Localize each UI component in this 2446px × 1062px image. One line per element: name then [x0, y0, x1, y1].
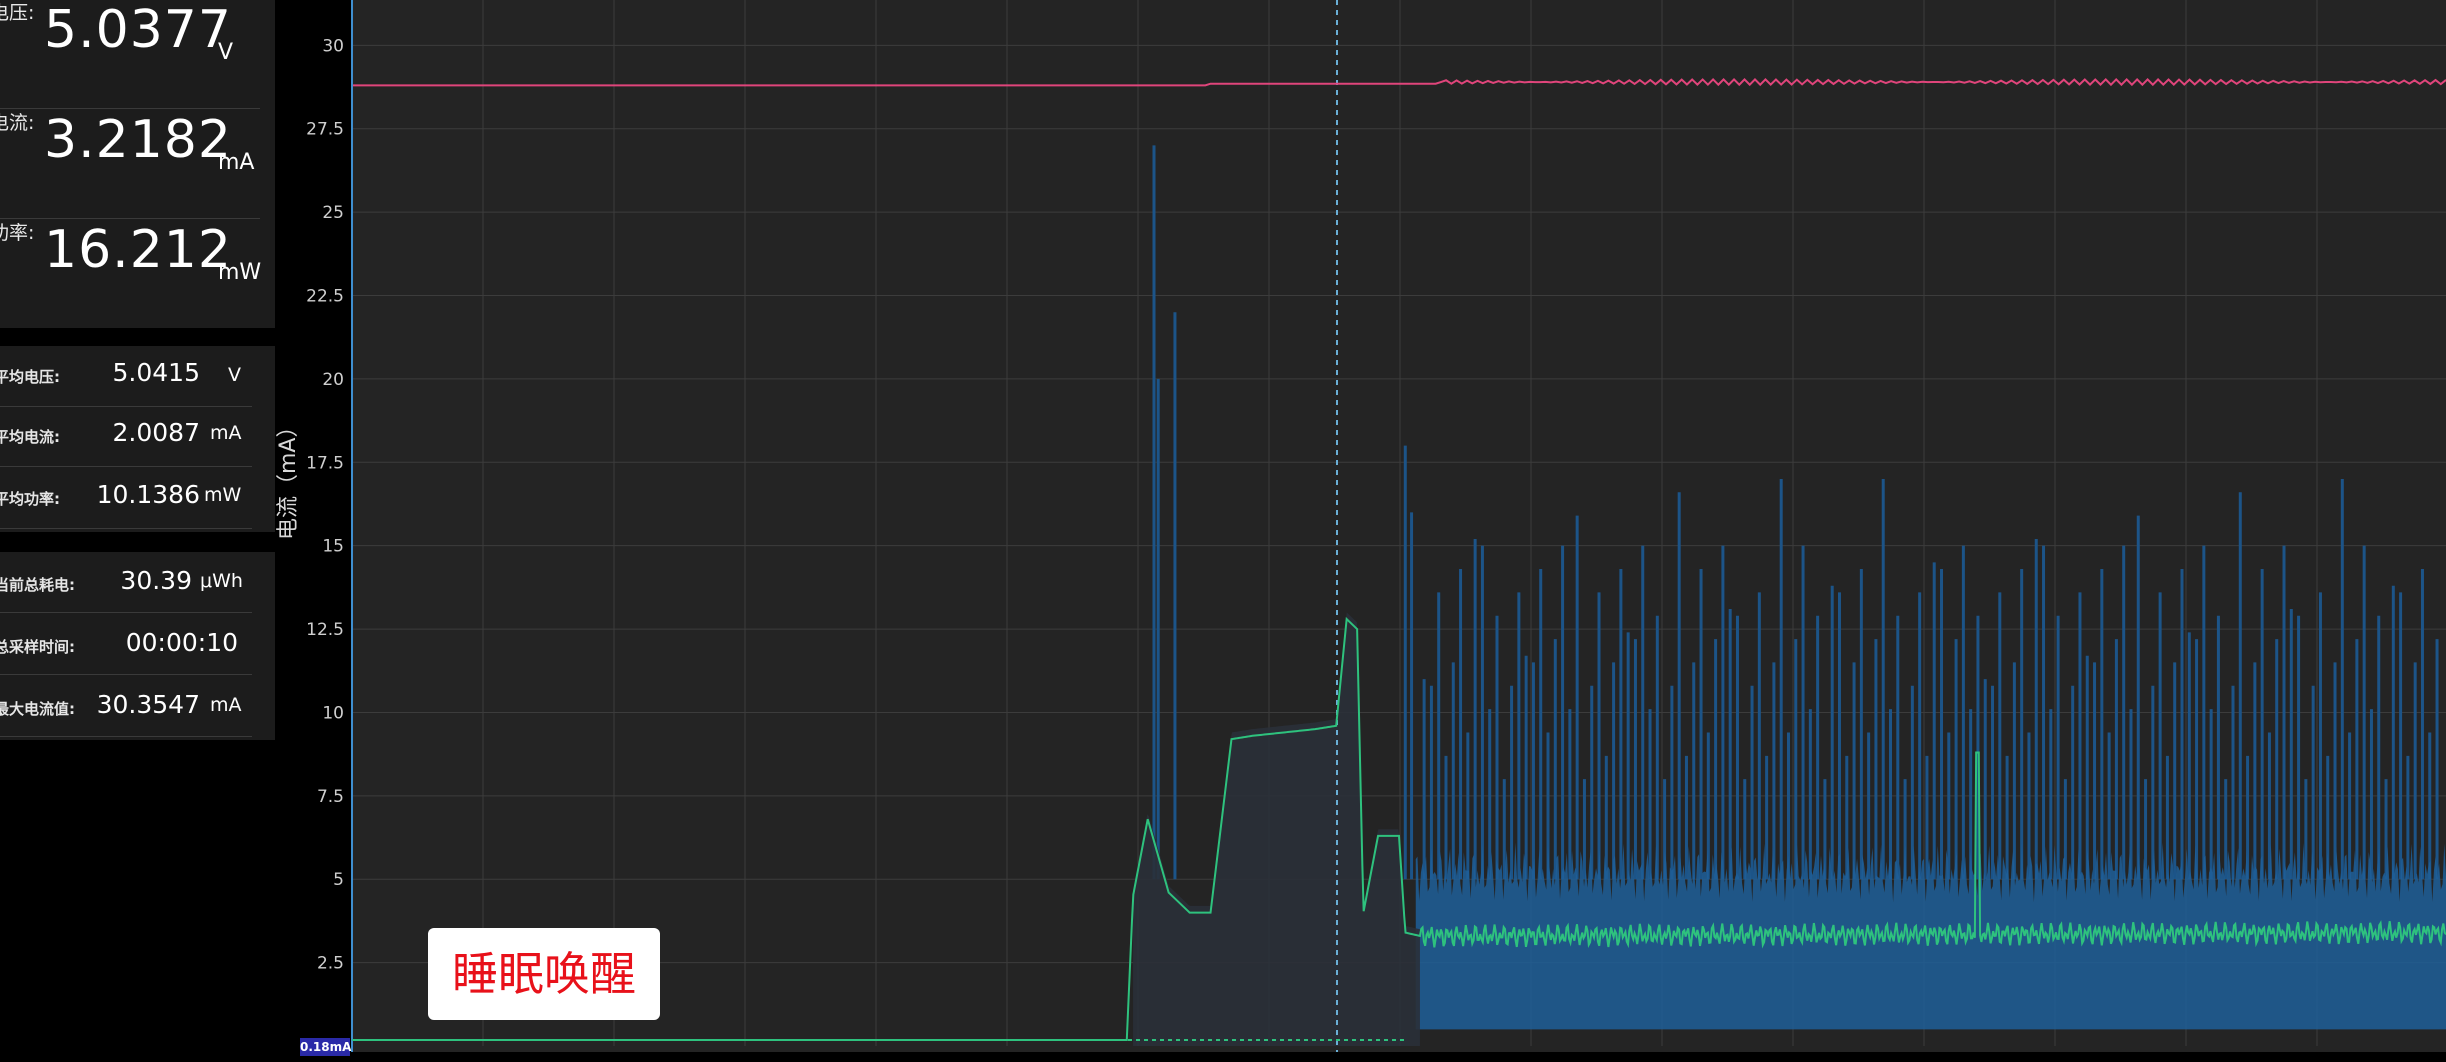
y-tick-label: 7.5 — [317, 787, 344, 807]
total-energy-row: 当前总耗电: 30.39 μWh — [0, 552, 252, 613]
total-energy-value: 30.39 — [120, 566, 192, 595]
current-chart[interactable]: 2.5 5 7.5 10 12.5 15 17.5 20 22.5 25 27.5 30 — [276, 0, 2446, 1058]
avg-voltage-row: 平均电压: 5.0415 V — [0, 346, 252, 407]
max-current-value: 30.3547 — [96, 690, 200, 719]
y-tick-label: 2.5 — [317, 954, 344, 974]
sample-time-row: 总采样时间: 00:00:10 — [0, 612, 252, 675]
max-current-row: 最大电流值: 30.3547 mA — [0, 674, 252, 737]
avg-current-value: 2.0087 — [112, 418, 200, 447]
power-unit: mW — [218, 260, 262, 285]
avg-current-unit: mA — [210, 422, 242, 444]
annotation-text: 睡眠唤醒 — [452, 947, 636, 1001]
power-label: 功率: — [0, 222, 35, 244]
stats-panel: 电压: 5.0377 V 电流: 3.2182 mA 功率: 16.212 mW… — [0, 0, 276, 1058]
avg-power-value: 10.1386 — [96, 480, 200, 509]
chart-canvas[interactable]: 2.5 5 7.5 10 12.5 15 17.5 20 22.5 25 27.5 30 — [276, 0, 2446, 1058]
current-value: 3.2182 — [44, 110, 232, 170]
totals-card: 当前总耗电: 30.39 μWh 总采样时间: 00:00:10 最大电流值: … — [0, 552, 275, 740]
baseline-marker-label: 0.18mA — [300, 1038, 352, 1056]
avg-voltage-label: 平均电压: — [0, 368, 60, 386]
y-tick-label: 17.5 — [306, 453, 344, 473]
y-tick-label: 30 — [322, 36, 344, 56]
max-current-label: 最大电流值: — [0, 700, 75, 718]
y-tick-label: 15 — [322, 537, 344, 557]
y-tick-label: 27.5 — [306, 120, 344, 140]
avg-current-row: 平均电流: 2.0087 mA — [0, 406, 252, 467]
y-tick-label: 10 — [322, 703, 344, 723]
avg-voltage-unit: V — [228, 364, 241, 386]
avg-current-label: 平均电流: — [0, 428, 60, 446]
live-measurements-card: 电压: 5.0377 V 电流: 3.2182 mA 功率: 16.212 mW — [0, 0, 275, 328]
sample-time-label: 总采样时间: — [0, 638, 75, 656]
current-unit: mA — [218, 150, 255, 175]
voltage-label: 电压: — [0, 2, 35, 24]
voltage-row: 电压: 5.0377 V — [0, 0, 260, 109]
power-value: 16.212 — [44, 220, 232, 280]
y-tick-label: 20 — [322, 370, 344, 390]
current-row: 电流: 3.2182 mA — [0, 108, 260, 219]
sample-time-value: 00:00:10 — [125, 628, 238, 657]
annotation-box: 睡眠唤醒 — [428, 928, 660, 1020]
averages-card: 平均电压: 5.0415 V 平均电流: 2.0087 mA 平均功率: 10.… — [0, 346, 275, 532]
voltage-value: 5.0377 — [44, 0, 232, 60]
total-energy-label: 当前总耗电: — [0, 576, 75, 594]
current-label: 电流: — [0, 112, 35, 134]
y-axis-label: 电流（mA） — [276, 415, 301, 540]
y-tick-label: 25 — [322, 203, 344, 223]
y-tick-label: 12.5 — [306, 620, 344, 640]
voltage-unit: V — [218, 40, 234, 65]
avg-voltage-value: 5.0415 — [112, 358, 200, 387]
max-current-unit: mA — [210, 694, 242, 716]
avg-power-unit: mW — [204, 484, 242, 506]
power-row: 功率: 16.212 mW — [0, 218, 262, 328]
avg-power-label: 平均功率: — [0, 490, 60, 508]
y-tick-label: 5 — [333, 870, 344, 890]
y-tick-label: 22.5 — [306, 287, 344, 307]
total-energy-unit: μWh — [200, 570, 243, 592]
avg-power-row: 平均功率: 10.1386 mW — [0, 466, 252, 529]
